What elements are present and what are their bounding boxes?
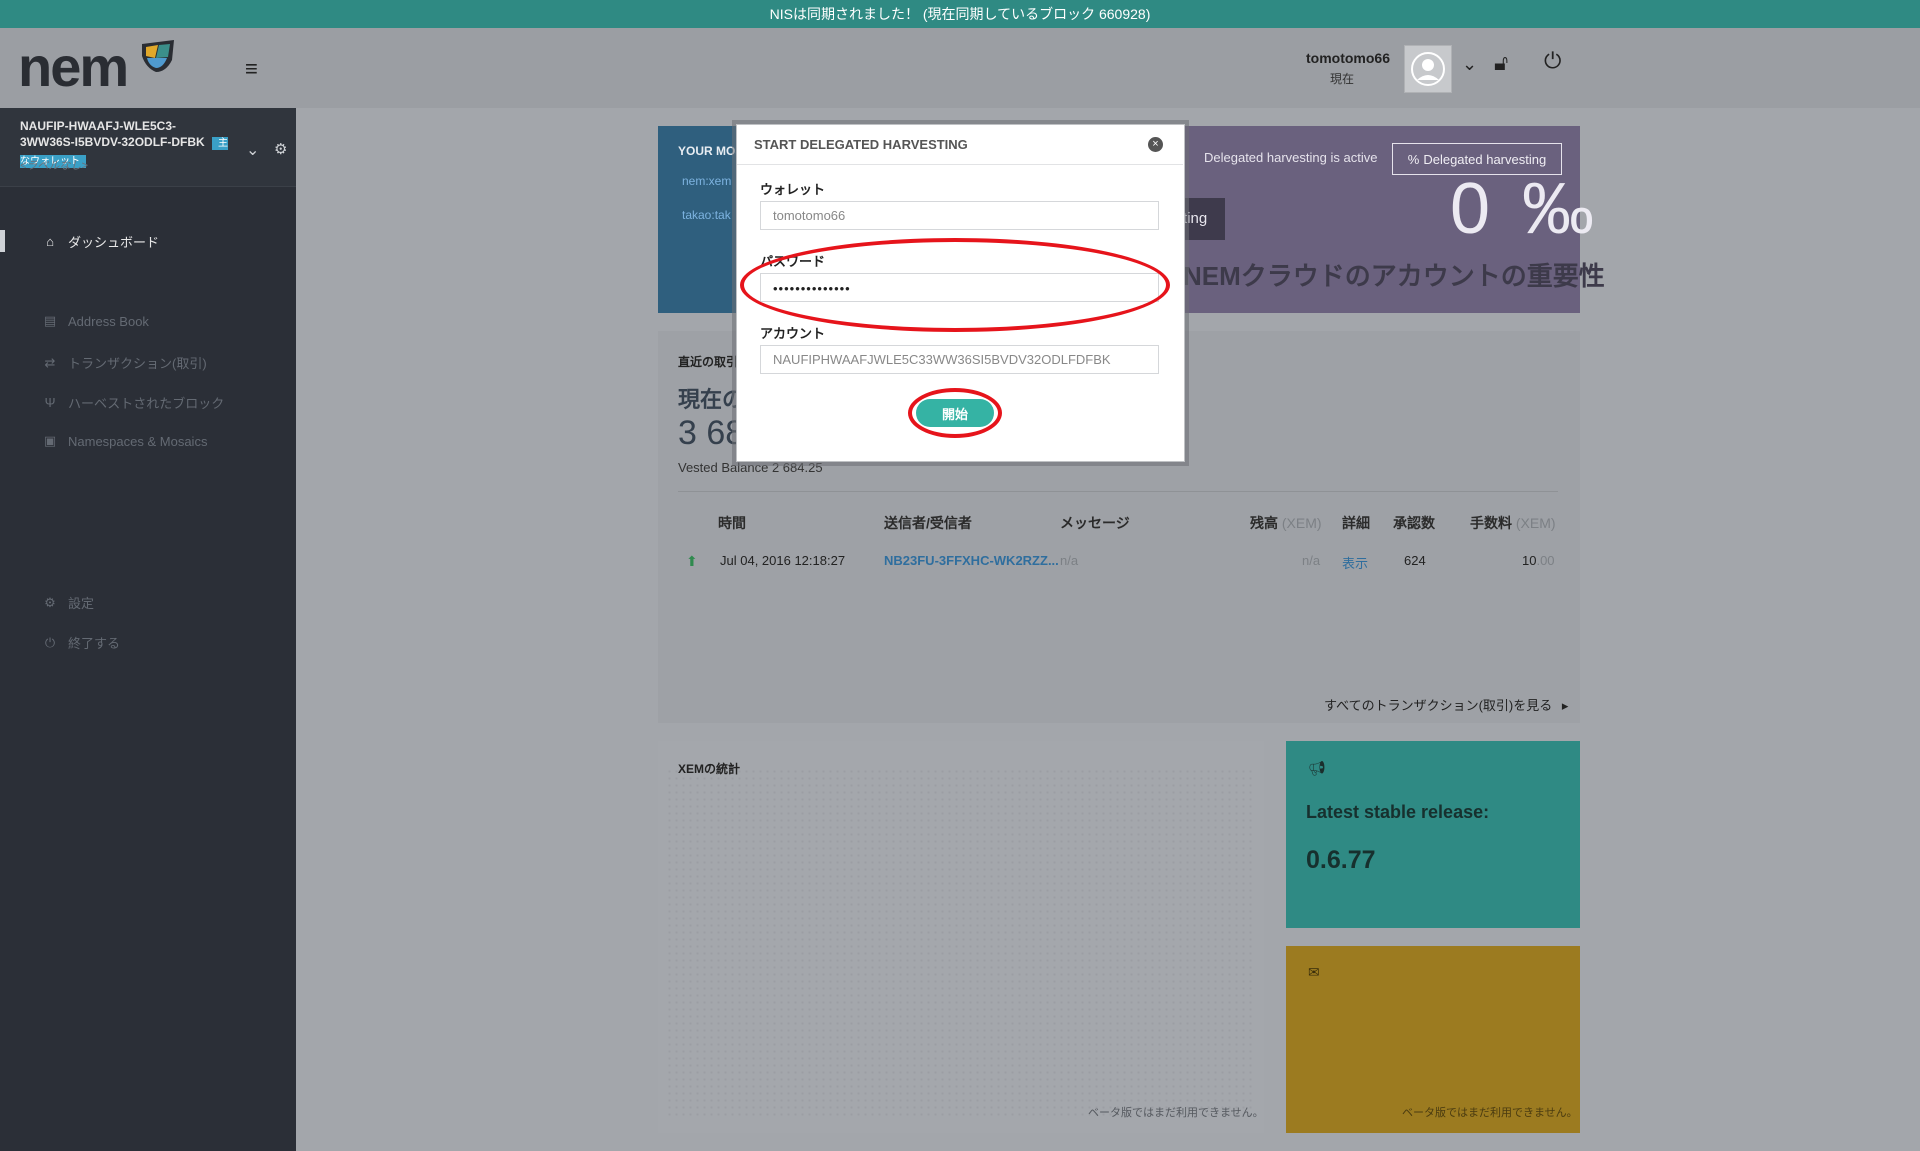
book-icon: ▤ <box>43 313 57 328</box>
sidebar-item-exit[interactable]: ⏻ 終了する <box>42 633 120 652</box>
mosaic-link[interactable]: takao:tak <box>682 208 731 222</box>
gears-icon: ⚙ <box>44 594 56 610</box>
current-balance-value: 3 68 <box>678 414 745 452</box>
importance-value: 0 ‰ <box>1450 169 1601 249</box>
column-header-party: 送信者/受信者 <box>884 515 972 531</box>
column-header-balance-unit: (XEM) <box>1281 515 1322 531</box>
row-details-link[interactable]: 表示 <box>1342 553 1368 572</box>
user-avatar-icon <box>1411 52 1445 86</box>
mosaic-link[interactable]: nem:xem <box>682 174 731 188</box>
see-all-label: すべてのトランザクション(取引)を見る <box>1324 698 1553 713</box>
sidebar-item-label: ダッシュボード <box>68 235 160 250</box>
power-icon[interactable]: ⏻ <box>1544 48 1561 74</box>
delegated-harvesting-label: Delegated harvesting <box>1423 151 1547 167</box>
modal-divider <box>737 164 1183 165</box>
transfer-icon: ⇄ <box>44 354 56 370</box>
row-fee: 10.00 <box>1522 553 1555 568</box>
current-balance-label: 現在の <box>678 387 745 412</box>
see-all-transactions-link[interactable]: すべてのトランザクション(取引)を見る ▸ <box>1324 695 1568 714</box>
chevron-down-icon[interactable]: ⌄ <box>246 140 259 160</box>
row-fee-integer: 10 <box>1522 553 1537 568</box>
active-nav-marker <box>0 230 5 252</box>
table-divider <box>678 491 1558 492</box>
sync-status-banner: NISは同期されました！ (現在同期しているブロック 660928) <box>0 0 1920 28</box>
column-header-fee-unit: (XEM) <box>1515 515 1556 531</box>
sidebar-item-namespaces-mosaics[interactable]: ▣ Namespaces & Mosaics <box>42 433 208 449</box>
sidebar-item-label: Namespaces & Mosaics <box>68 433 208 449</box>
chevron-down-icon[interactable]: ⌄ <box>1462 54 1477 75</box>
row-balance: n/a <box>1302 553 1321 568</box>
envelope-icon: ✉ <box>1308 964 1320 980</box>
gear-icon[interactable]: ⚙ <box>274 140 287 158</box>
sidebar-item-label: Address Book <box>68 313 149 329</box>
row-confirmations: 624 <box>1404 553 1426 568</box>
column-header-balance-label: 残高 <box>1250 515 1278 531</box>
row-fee-decimal: .00 <box>1536 553 1555 568</box>
release-version: 0.6.77 <box>1306 846 1376 874</box>
power-icon: ⏻ <box>44 634 56 650</box>
vested-balance: Vested Balance 2 684.25 <box>678 460 823 475</box>
column-header-fee: 手数料 (XEM) <box>1470 513 1556 533</box>
start-harvesting-label: ting <box>1183 210 1208 227</box>
unlock-icon[interactable]: 🔓︎ <box>1494 50 1508 76</box>
outgoing-arrow-icon: ⬆ <box>686 553 698 569</box>
wallet-address-text: NAUFIP-HWAAFJ-WLE5C3-3WW36S-I5BVDV-32ODL… <box>20 119 205 149</box>
row-time: Jul 04, 2016 12:18:27 <box>720 553 846 568</box>
account-field-label: アカウント <box>760 326 826 341</box>
briefcase-icon: ▣ <box>43 433 57 448</box>
row-message: n/a <box>1060 553 1079 568</box>
user-name[interactable]: tomotomo66 <box>1306 50 1390 66</box>
menu-toggle-icon[interactable]: ≡ <box>245 56 258 82</box>
sidebar-item-harvested-blocks[interactable]: Ψ ハーベストされたブロック <box>42 393 225 412</box>
wallet-field-label: ウォレット <box>760 182 826 197</box>
start-button-highlight-annotation <box>908 388 1002 438</box>
sidebar-item-settings[interactable]: ⚙ 設定 <box>42 593 94 612</box>
sidebar-item-label: 設定 <box>68 596 95 611</box>
world-map-background <box>666 768 1256 1118</box>
wallet-field[interactable] <box>760 201 1159 230</box>
sidebar-item-transactions[interactable]: ⇄ トランザクション(取引) <box>42 353 207 372</box>
sidebar-item-label: トランザクション(取引) <box>68 356 207 371</box>
sidebar <box>0 28 296 1151</box>
nem-cloud-importance: NEMクラウドのアカウントの重要性 <box>1183 261 1605 291</box>
nem-logo[interactable]: nem <box>18 34 129 99</box>
column-header-message: メッセージ <box>1060 515 1130 531</box>
start-harvesting-button[interactable]: ting <box>1183 198 1225 240</box>
avatar[interactable] <box>1404 45 1452 93</box>
column-header-balance: 残高 (XEM) <box>1250 513 1322 533</box>
stats-beta-note: ベータ版ではまだ利用できません。 <box>1088 1107 1264 1119</box>
recent-transactions-title: 直近の取引 <box>678 355 739 369</box>
password-highlight-annotation <box>740 238 1170 332</box>
messages-beta-note: ベータ版ではまだ利用できません。 <box>1402 1107 1578 1119</box>
caret-right-icon: ▸ <box>1561 698 1569 713</box>
sidebar-item-address-book[interactable]: ▤ Address Book <box>42 313 149 329</box>
row-party-link[interactable]: NB23FU-3FFXHC-WK2RZZ... <box>884 553 1059 568</box>
home-icon: ⌂ <box>46 234 54 249</box>
mosaics-panel-title: YOUR MOS <box>678 144 744 158</box>
top-header <box>296 28 1920 108</box>
sidebar-item-dashboard[interactable]: ⌂ ダッシュボード <box>42 232 159 251</box>
account-field[interactable] <box>760 345 1159 374</box>
xem-stats-title: XEMの統計 <box>678 762 741 776</box>
nem-logo-emblem-icon <box>142 40 174 72</box>
close-icon[interactable]: × <box>1148 137 1163 152</box>
sidebar-item-label: ハーベストされたブロック <box>68 396 225 411</box>
wallet-label: <ラベルなし> <box>20 160 88 172</box>
sidebar-item-label: 終了する <box>68 636 121 651</box>
harvest-icon: Ψ <box>44 395 56 410</box>
column-header-confirmations: 承認数 <box>1393 515 1435 531</box>
release-panel <box>1286 741 1580 928</box>
link-icon: % <box>1407 151 1420 167</box>
column-header-details: 詳細 <box>1342 515 1370 531</box>
modal-title: START DELEGATED HARVESTING <box>754 137 968 152</box>
release-title: Latest stable release: <box>1306 802 1490 822</box>
harvesting-status: Delegated harvesting is active <box>1204 150 1378 165</box>
megaphone-icon: 📢︎ <box>1308 760 1326 776</box>
column-header-time: 時間 <box>718 515 746 531</box>
column-header-fee-label: 手数料 <box>1470 515 1512 531</box>
user-status: 現在 <box>1329 72 1354 86</box>
